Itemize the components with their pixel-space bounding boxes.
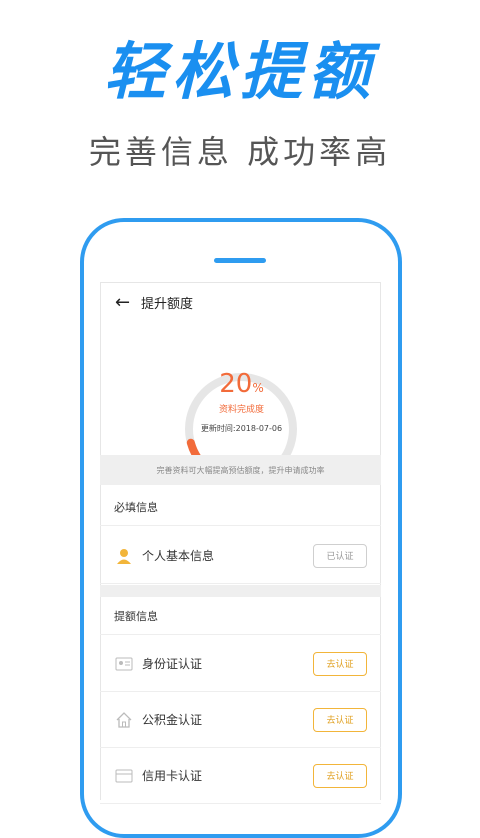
verified-button[interactable]: 已认证: [313, 543, 367, 568]
nav-bar: ← 提升额度: [101, 283, 380, 321]
quota-item-label: 信用卡认证: [142, 769, 203, 783]
verify-button[interactable]: 去认证: [313, 651, 367, 676]
completion-unit: %: [252, 381, 264, 395]
gauge-fill: [186, 438, 202, 456]
person-icon: [114, 546, 134, 566]
hero-subtitle: 完善信息 成功率高: [88, 133, 392, 171]
house-icon: [114, 710, 134, 730]
required-item-label: 个人基本信息: [142, 549, 215, 563]
quota-item-label: 身份证认证: [142, 657, 203, 671]
verify-button[interactable]: 去认证: [313, 707, 367, 732]
phone-speaker: [214, 258, 266, 263]
quota-item-label: 公积金认证: [142, 713, 203, 727]
quota-item-housing-fund[interactable]: 公积金认证 去认证: [100, 692, 381, 748]
credit-card-icon: [114, 766, 134, 786]
section-divider: [100, 585, 381, 597]
completion-percent: 20%: [101, 369, 380, 399]
tip-banner: 完善资料可大幅提高预估额度，提升申请成功率: [100, 455, 381, 485]
required-section-title: 必填信息: [100, 488, 381, 526]
completion-number: 20: [219, 369, 253, 399]
back-arrow-icon[interactable]: ←: [115, 292, 141, 313]
completion-label: 资料完成度: [218, 405, 264, 415]
page-title: 提升额度: [141, 296, 194, 312]
hero-title: 轻松提额: [103, 35, 376, 108]
update-time: 更新时间:2018-07-06: [200, 424, 283, 433]
quota-section-title: 提额信息: [100, 597, 381, 635]
verify-button[interactable]: 去认证: [313, 763, 367, 788]
required-item-basic-info[interactable]: 个人基本信息 已认证: [100, 528, 381, 584]
quota-item-credit-card[interactable]: 信用卡认证 去认证: [100, 748, 381, 804]
id-card-icon: [114, 654, 134, 674]
quota-item-id-card[interactable]: 身份证认证 去认证: [100, 636, 381, 692]
